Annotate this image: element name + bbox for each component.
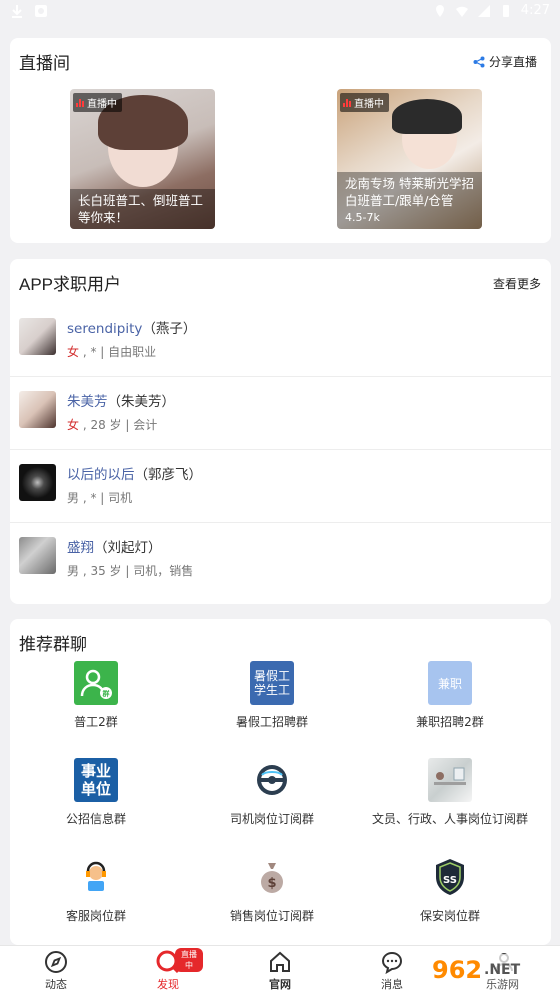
- svg-text:乐游网: 乐游网: [486, 978, 519, 991]
- tab-dynamic[interactable]: 动态: [21, 950, 91, 992]
- share-live-label: 分享直播: [488, 55, 537, 69]
- recommended-groups-section: 推荐群聊 群 普工2群 暑假工学生工 暑假工招聘群 兼职 兼职招聘2群 事业单位…: [10, 619, 551, 945]
- group-item[interactable]: 司机岗位订阅群: [182, 758, 362, 827]
- user-meta: 女 , * | 自由职业: [67, 345, 157, 359]
- live-stream-card[interactable]: 直播中 长白班普工、倒班普工等你来！: [70, 89, 215, 229]
- money-bag-icon: $: [250, 855, 294, 899]
- groups-title: 推荐群聊: [19, 635, 87, 654]
- app-notification-icon: [35, 5, 47, 17]
- signal-icon: [477, 4, 490, 17]
- people-icon: 群: [74, 661, 118, 705]
- office-desk-icon: [428, 758, 472, 802]
- steering-wheel-icon: [250, 758, 294, 802]
- user-name: serendipity（燕子）: [67, 321, 197, 337]
- group-item[interactable]: 客服岗位群: [6, 855, 186, 924]
- watermark-logo: 962 .NET 乐游网: [426, 954, 558, 991]
- share-live-button[interactable]: 分享直播: [473, 53, 537, 70]
- svg-text:群: 群: [103, 689, 110, 698]
- tab-discover[interactable]: 发现 直播中: [133, 948, 203, 992]
- user-list-item[interactable]: 朱美芳（朱美芳） 女 , 28 岁 | 会计: [10, 377, 551, 450]
- live-badge: 直播中: [73, 93, 122, 112]
- share-icon: [473, 56, 485, 67]
- group-item[interactable]: 暑假工学生工 暑假工招聘群: [182, 661, 362, 730]
- svg-text:$: $: [267, 876, 276, 891]
- live-section: 直播间 分享直播 直播中 长白班普工、倒班普工等你来！ 直播中 龙南专场 特莱斯…: [10, 38, 551, 243]
- user-meta: 男 , 35 岁 | 司机，销售: [67, 564, 194, 578]
- text-icon: 事业单位: [74, 758, 118, 802]
- group-item[interactable]: $ 销售岗位订阅群: [182, 855, 362, 924]
- avatar: [19, 318, 56, 355]
- live-tab-badge: 直播中: [175, 948, 203, 972]
- chat-icon: [381, 951, 403, 974]
- job-seekers-title: APP求职用户: [19, 275, 122, 294]
- user-list-item[interactable]: 盛翔（刘起灯） 男 , 35 岁 | 司机，销售: [10, 523, 551, 596]
- status-bar: 4:27: [0, 0, 560, 24]
- location-icon: [435, 4, 444, 17]
- user-meta: 男 , * | 司机: [67, 491, 133, 505]
- compass-icon: [45, 951, 67, 973]
- streamer-hair: [392, 99, 462, 134]
- battery-icon: [502, 4, 509, 17]
- live-caption: 长白班普工、倒班普工等你来！: [70, 189, 215, 229]
- user-name: 盛翔（刘起灯）: [67, 540, 162, 556]
- group-item[interactable]: SS 保安岗位群: [360, 855, 540, 924]
- text-icon: 暑假工学生工: [250, 661, 294, 705]
- user-name: 朱美芳（朱美芳）: [67, 394, 175, 410]
- live-bars-icon: [76, 98, 84, 107]
- tab-messages[interactable]: 消息: [357, 950, 427, 992]
- svg-text:.NET: .NET: [484, 962, 521, 978]
- user-name: 以后的以后（郭彦飞）: [67, 467, 202, 483]
- headset-agent-icon: [74, 855, 118, 899]
- avatar: [19, 391, 56, 428]
- user-list-item[interactable]: 以后的以后（郭彦飞） 男 , * | 司机: [10, 450, 551, 523]
- live-badge: 直播中: [340, 93, 389, 112]
- security-shield-icon: SS: [428, 855, 472, 899]
- avatar: [19, 537, 56, 574]
- avatar: [19, 464, 56, 501]
- user-meta: 女 , 28 岁 | 会计: [67, 418, 158, 432]
- live-section-title: 直播间: [19, 54, 70, 73]
- view-more-link[interactable]: 查看更多: [493, 275, 541, 292]
- live-stream-card[interactable]: 直播中 龙南专场 特莱斯光学招白班普工/跟单/仓管 4.5-7k: [337, 89, 482, 229]
- download-icon: [12, 5, 22, 18]
- svg-text:962: 962: [432, 956, 482, 984]
- home-icon: [270, 951, 290, 972]
- group-item[interactable]: 兼职 兼职招聘2群: [360, 661, 540, 730]
- live-bars-icon: [343, 98, 351, 107]
- svg-text:SS: SS: [443, 875, 457, 886]
- job-seekers-section: APP求职用户 查看更多 serendipity（燕子） 女 , * | 自由职…: [10, 259, 551, 604]
- user-list-item[interactable]: serendipity（燕子） 女 , * | 自由职业: [10, 304, 551, 377]
- wifi-icon: [455, 6, 468, 17]
- status-time: 4:27: [520, 3, 550, 18]
- text-icon: 兼职: [428, 661, 472, 705]
- group-item[interactable]: 文员、行政、人事岗位订阅群: [360, 758, 540, 827]
- group-item[interactable]: 事业单位 公招信息群: [6, 758, 186, 827]
- group-item[interactable]: 群 普工2群: [6, 661, 186, 730]
- tab-official-site[interactable]: 官网: [245, 950, 315, 992]
- live-caption: 龙南专场 特莱斯光学招白班普工/跟单/仓管 4.5-7k: [337, 172, 482, 229]
